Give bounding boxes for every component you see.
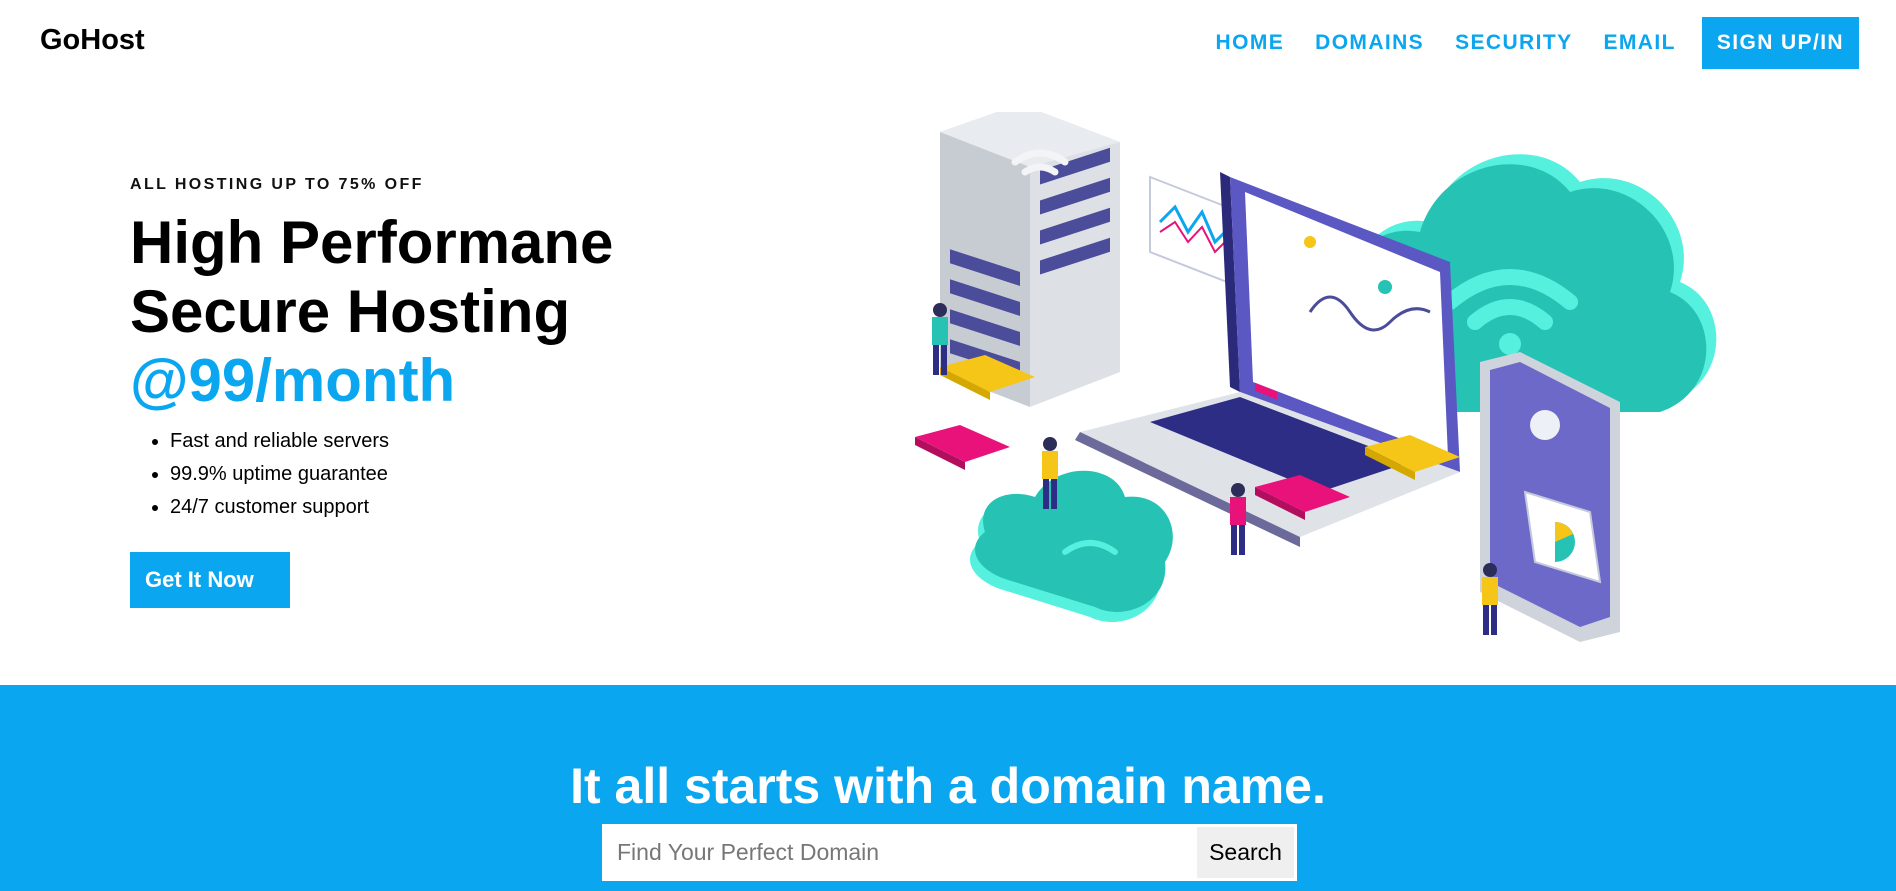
hero-headline: High Performane Secure Hosting @99/month (130, 208, 770, 415)
brand-logo[interactable]: GoHost (40, 24, 145, 57)
domain-search-bar: Search (602, 824, 1297, 881)
nav-link-security[interactable]: SECURITY (1455, 31, 1572, 55)
main-nav: HOME DOMAINS SECURITY EMAIL SIGN UP/IN (1185, 17, 1859, 69)
sign-up-in-button[interactable]: SIGN UP/IN (1701, 17, 1859, 69)
headline-line-1: High Performane (130, 209, 614, 276)
hero-content: ALL HOSTING UP TO 75% OFF High Performan… (130, 176, 770, 608)
search-button[interactable]: Search (1197, 827, 1294, 878)
feature-list: Fast and reliable servers 99.9% uptime g… (170, 425, 770, 524)
headline-price: @99/month (130, 347, 456, 414)
nav-link-domains[interactable]: DOMAINS (1315, 31, 1424, 55)
domain-search-input[interactable] (602, 824, 1194, 881)
feature-item: 99.9% uptime guarantee (170, 458, 770, 491)
nav-link-email[interactable]: EMAIL (1603, 31, 1675, 55)
domain-search-section: It all starts with a domain name. Search (0, 685, 1896, 891)
headline-line-2: Secure Hosting (130, 278, 571, 345)
cloud-hosting-illustration (915, 112, 1717, 642)
hero-tagline: ALL HOSTING UP TO 75% OFF (130, 176, 424, 193)
get-it-now-button[interactable]: Get It Now (130, 552, 290, 608)
navbar: GoHost HOME DOMAINS SECURITY EMAIL SIGN … (0, 0, 1896, 86)
small-cloud-icon (970, 470, 1173, 622)
feature-item: Fast and reliable servers (170, 425, 770, 458)
smartphone-icon (1480, 352, 1620, 642)
feature-item: 24/7 customer support (170, 491, 770, 524)
nav-link-home[interactable]: HOME (1216, 31, 1285, 55)
domain-search-title: It all starts with a domain name. (570, 758, 1326, 814)
